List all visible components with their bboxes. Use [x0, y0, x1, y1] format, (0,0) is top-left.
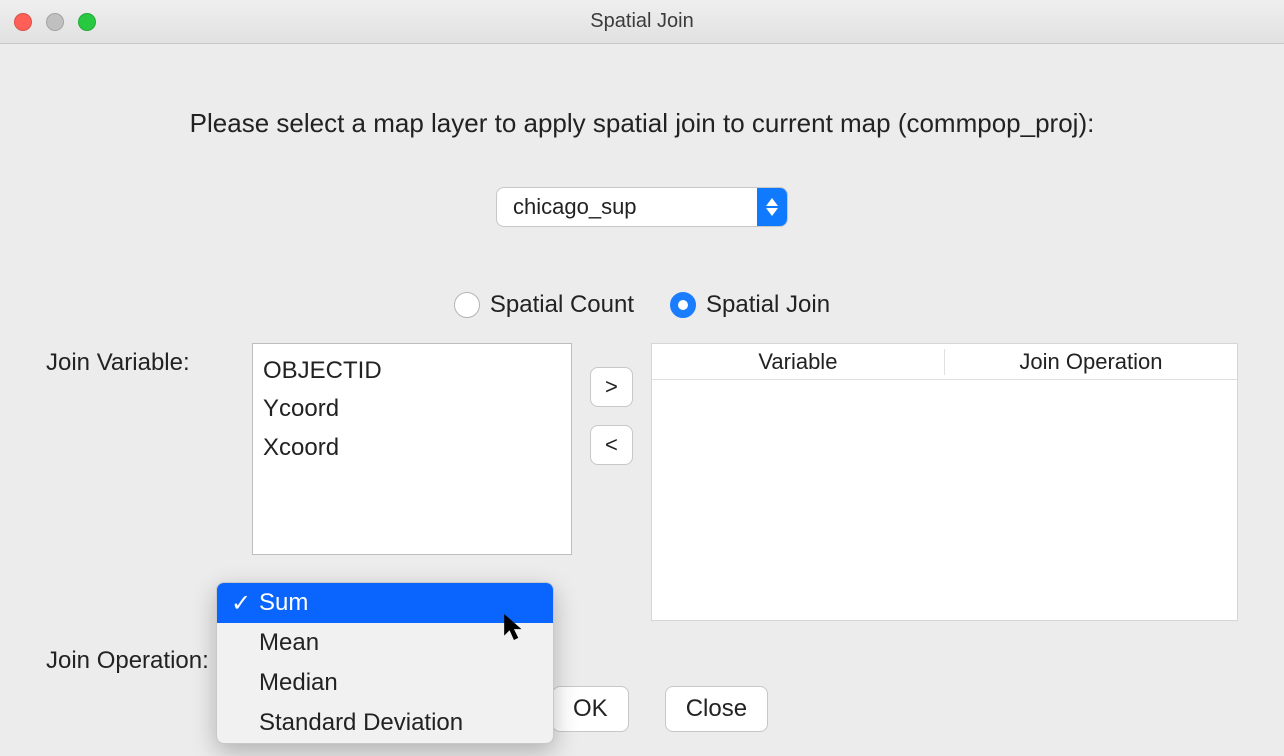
- layer-select-value: chicago_sup: [497, 188, 757, 226]
- radio-icon: [670, 292, 696, 318]
- list-item[interactable]: Xcoord: [263, 429, 561, 467]
- radio-icon: [454, 292, 480, 318]
- list-item[interactable]: Ycoord: [263, 390, 561, 428]
- instruction-text: Please select a map layer to apply spati…: [40, 108, 1244, 139]
- window-title: Spatial Join: [590, 10, 693, 33]
- radio-label: Spatial Count: [490, 291, 634, 319]
- join-variable-label: Join Variable:: [46, 343, 234, 377]
- operation-option-sum[interactable]: Sum: [217, 583, 553, 623]
- titlebar: Spatial Join: [0, 0, 1284, 44]
- selected-variables-table[interactable]: Variable Join Operation: [651, 343, 1238, 621]
- join-operation-dropdown-menu[interactable]: Sum Mean Median Standard Deviation: [216, 582, 554, 744]
- layer-select-row: chicago_sup: [40, 187, 1244, 227]
- ok-button[interactable]: OK: [552, 686, 629, 732]
- window-controls: [14, 13, 96, 31]
- col-variable: Variable: [652, 349, 945, 375]
- radio-spatial-join[interactable]: Spatial Join: [670, 291, 830, 319]
- dialog-buttons: OK Close: [552, 686, 768, 732]
- radio-label: Spatial Join: [706, 291, 830, 319]
- table-header: Variable Join Operation: [652, 344, 1237, 380]
- zoom-window-button[interactable]: [78, 13, 96, 31]
- updown-icon: [757, 188, 787, 226]
- join-variable-row: Join Variable: OBJECTID Ycoord Xcoord > …: [40, 343, 1244, 621]
- operation-option-stddev[interactable]: Standard Deviation: [217, 703, 553, 743]
- close-window-button[interactable]: [14, 13, 32, 31]
- cursor-icon: [504, 614, 526, 645]
- move-buttons: > <: [590, 367, 633, 465]
- col-operation: Join Operation: [945, 349, 1237, 375]
- operation-option-mean[interactable]: Mean: [217, 623, 553, 663]
- variable-listbox[interactable]: OBJECTID Ycoord Xcoord: [252, 343, 572, 555]
- dialog-body: Please select a map layer to apply spati…: [0, 44, 1284, 675]
- list-item[interactable]: OBJECTID: [263, 352, 561, 390]
- remove-variable-button[interactable]: <: [590, 425, 633, 465]
- minimize-window-button[interactable]: [46, 13, 64, 31]
- radio-spatial-count[interactable]: Spatial Count: [454, 291, 634, 319]
- close-button[interactable]: Close: [665, 686, 768, 732]
- operation-option-median[interactable]: Median: [217, 663, 553, 703]
- add-variable-button[interactable]: >: [590, 367, 633, 407]
- join-operation-label: Join Operation:: [46, 641, 234, 675]
- layer-select[interactable]: chicago_sup: [496, 187, 788, 227]
- mode-radio-group: Spatial Count Spatial Join: [40, 291, 1244, 319]
